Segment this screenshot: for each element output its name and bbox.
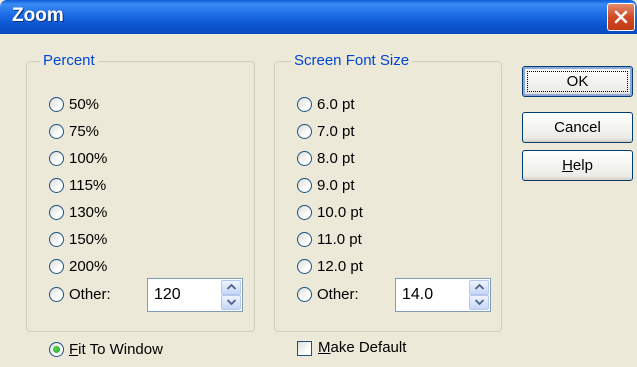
fit-mnemonic: F bbox=[69, 340, 79, 358]
help-mnemonic: H bbox=[562, 157, 573, 174]
spin-up-icon bbox=[227, 284, 236, 290]
fit-to-window-radio[interactable]: Fit To Window bbox=[49, 338, 163, 360]
font-radio-6[interactable]: 6.0 pt bbox=[297, 93, 355, 115]
percent-other-value[interactable]: 120 bbox=[154, 286, 181, 304]
dialog-body: Percent 50% 75% 100% 115% 130% 150% 200%… bbox=[0, 34, 637, 367]
percent-other-stepper[interactable]: 120 bbox=[147, 278, 243, 312]
font-other-value[interactable]: 14.0 bbox=[402, 286, 433, 304]
radio-circle bbox=[49, 231, 64, 247]
make-default-rest: ake Default bbox=[330, 339, 407, 356]
percent-spin-up-button[interactable] bbox=[221, 280, 241, 295]
font-spin-down-button[interactable] bbox=[469, 295, 489, 310]
close-icon bbox=[614, 10, 628, 24]
font-radio-12[interactable]: 12.0 pt bbox=[297, 255, 363, 277]
radio-label: 8.0 pt bbox=[317, 149, 355, 167]
radio-label: 115% bbox=[69, 176, 107, 194]
radio-circle bbox=[49, 150, 64, 166]
font-radio-9[interactable]: 9.0 pt bbox=[297, 174, 355, 196]
radio-label: 6.0 pt bbox=[317, 95, 355, 113]
font-other-stepper[interactable]: 14.0 bbox=[395, 278, 491, 312]
radio-label: 130% bbox=[69, 203, 108, 221]
radio-label: 100% bbox=[69, 149, 108, 167]
radio-circle bbox=[297, 123, 312, 139]
radio-label: 150% bbox=[69, 230, 108, 248]
radio-circle bbox=[297, 150, 312, 166]
help-label: elp bbox=[572, 157, 593, 174]
radio-circle bbox=[49, 123, 64, 139]
percent-radio-75[interactable]: 75% bbox=[49, 120, 99, 142]
radio-label: 50% bbox=[69, 95, 100, 113]
close-button[interactable] bbox=[607, 3, 635, 31]
cancel-button[interactable]: Cancel bbox=[522, 112, 633, 143]
font-radio-10[interactable]: 10.0 pt bbox=[297, 201, 363, 223]
percent-spin-down-button[interactable] bbox=[221, 295, 241, 310]
radio-label: 200% bbox=[69, 257, 108, 275]
percent-radio-150[interactable]: 150% bbox=[49, 228, 107, 250]
radio-circle bbox=[49, 177, 64, 193]
percent-radio-50[interactable]: 50% bbox=[49, 93, 99, 115]
help-button[interactable]: Help bbox=[522, 150, 633, 181]
spin-arrows bbox=[220, 279, 242, 311]
radio-label: Other: bbox=[69, 285, 111, 303]
percent-radio-130[interactable]: 130% bbox=[49, 201, 107, 223]
radio-circle bbox=[297, 204, 312, 220]
cancel-label: Cancel bbox=[554, 119, 601, 136]
spin-arrows bbox=[468, 279, 490, 311]
font-radio-11[interactable]: 11.0 pt bbox=[297, 228, 362, 250]
window-title: Zoom bbox=[12, 5, 64, 26]
ok-button[interactable]: OK bbox=[522, 66, 633, 97]
make-default-label[interactable]: Make Default bbox=[318, 339, 406, 356]
font-radio-8[interactable]: 8.0 pt bbox=[297, 147, 355, 169]
radio-label: Other: bbox=[317, 285, 359, 303]
font-size-legend: Screen Font Size bbox=[291, 52, 413, 69]
font-spin-up-button[interactable] bbox=[469, 280, 489, 295]
radio-circle bbox=[297, 231, 312, 247]
make-default-checkbox[interactable] bbox=[297, 341, 312, 356]
radio-circle bbox=[297, 258, 312, 274]
font-radio-other[interactable]: Other: bbox=[297, 283, 359, 305]
fit-label-rest: it To Window bbox=[78, 340, 163, 358]
radio-circle bbox=[49, 286, 64, 302]
radio-label: 12.0 pt bbox=[317, 257, 363, 275]
radio-label: 10.0 pt bbox=[317, 203, 363, 221]
spin-down-icon bbox=[227, 299, 236, 305]
radio-label: 7.0 pt bbox=[317, 122, 355, 140]
radio-circle-selected bbox=[49, 341, 64, 357]
radio-circle bbox=[49, 96, 64, 112]
radio-circle bbox=[297, 96, 312, 112]
percent-radio-100[interactable]: 100% bbox=[49, 147, 107, 169]
radio-label: 9.0 pt bbox=[317, 176, 355, 194]
radio-circle bbox=[49, 258, 64, 274]
title-bar: Zoom bbox=[0, 0, 637, 34]
fit-to-window-label: Fit To Window bbox=[69, 341, 163, 358]
percent-radio-115[interactable]: 115% bbox=[49, 174, 106, 196]
font-radio-7[interactable]: 7.0 pt bbox=[297, 120, 355, 142]
radio-circle bbox=[297, 286, 312, 302]
radio-circle bbox=[297, 177, 312, 193]
focus-rect bbox=[527, 71, 628, 92]
percent-radio-other[interactable]: Other: bbox=[49, 283, 111, 305]
percent-radio-200[interactable]: 200% bbox=[49, 255, 107, 277]
make-default-mnemonic: M bbox=[318, 339, 331, 356]
radio-label: 11.0 pt bbox=[317, 230, 362, 248]
spin-down-icon bbox=[475, 299, 484, 305]
radio-label: 75% bbox=[69, 122, 100, 140]
spin-up-icon bbox=[475, 284, 484, 290]
percent-legend: Percent bbox=[40, 52, 98, 69]
radio-circle bbox=[49, 204, 64, 220]
